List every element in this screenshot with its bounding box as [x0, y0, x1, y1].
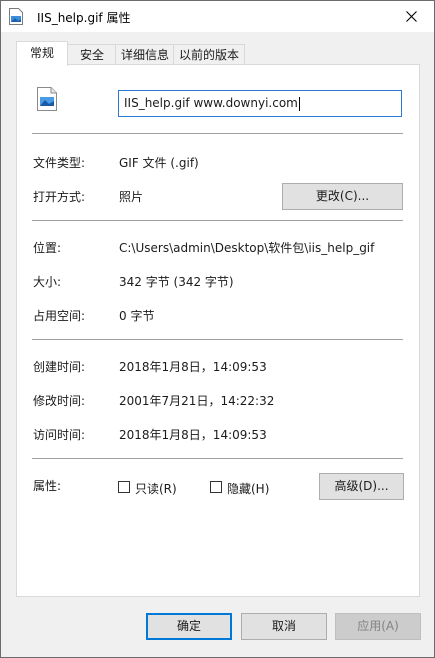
readonly-label: 只读(R) [135, 482, 177, 496]
size-label: 大小: [33, 275, 62, 289]
file-type-value: GIF 文件 (.gif) [119, 156, 199, 170]
readonly-checkbox-box[interactable] [118, 481, 130, 493]
ok-button[interactable]: 确定 [146, 613, 232, 640]
file-name-text: IIS_help.gif www.downyi.com [124, 96, 298, 110]
separator [32, 220, 403, 221]
separator [32, 133, 403, 134]
open-with-label: 打开方式: [33, 190, 86, 204]
image-file-icon [37, 87, 57, 111]
cancel-button[interactable]: 取消 [241, 613, 327, 640]
modified-label: 修改时间: [33, 394, 86, 408]
location-value: C:\Users\admin\Desktop\软件包\iis_help_gif [119, 241, 375, 255]
accessed-value: 2018年1月8日，14:09:53 [119, 428, 267, 442]
general-panel [16, 64, 420, 597]
size-on-disk-value: 0 字节 [119, 309, 155, 323]
modified-value: 2001年7月21日，14:22:32 [119, 394, 275, 408]
hidden-checkbox-box[interactable] [210, 481, 222, 493]
advanced-button[interactable]: 高级(D)... [319, 473, 404, 500]
tab-previous-versions[interactable]: 以前的版本 [173, 44, 245, 65]
open-with-value: 照片 [119, 190, 144, 204]
file-name-input[interactable]: IIS_help.gif www.downyi.com [118, 90, 402, 117]
tab-security[interactable]: 安全 [67, 44, 117, 65]
separator [32, 339, 403, 340]
image-file-icon [9, 8, 23, 25]
tab-strip: 常规 安全 详细信息 以前的版本 [16, 41, 416, 66]
apply-button[interactable]: 应用(A) [335, 613, 421, 640]
properties-window: IIS_help.gif 属性 常规 安全 详细信息 以前的版本 IIS_hel… [0, 0, 435, 658]
close-button[interactable] [390, 1, 434, 32]
tab-general[interactable]: 常规 [16, 41, 68, 66]
attributes-label: 属性: [33, 479, 62, 493]
tab-details[interactable]: 详细信息 [115, 44, 175, 65]
size-on-disk-label: 占用空间: [33, 309, 86, 323]
hidden-label: 隐藏(H) [227, 482, 270, 496]
title-bar[interactable]: IIS_help.gif 属性 [1, 1, 434, 32]
file-type-label: 文件类型: [33, 156, 86, 170]
accessed-label: 访问时间: [33, 428, 86, 442]
separator [32, 458, 403, 459]
size-value: 342 字节 (342 字节) [119, 275, 234, 289]
location-label: 位置: [33, 241, 62, 255]
change-button[interactable]: 更改(C)... [282, 183, 403, 210]
window-title: IIS_help.gif 属性 [37, 11, 131, 25]
text-cursor [298, 96, 300, 111]
created-label: 创建时间: [33, 360, 86, 374]
created-value: 2018年1月8日，14:09:53 [119, 360, 267, 374]
close-icon [406, 11, 417, 22]
